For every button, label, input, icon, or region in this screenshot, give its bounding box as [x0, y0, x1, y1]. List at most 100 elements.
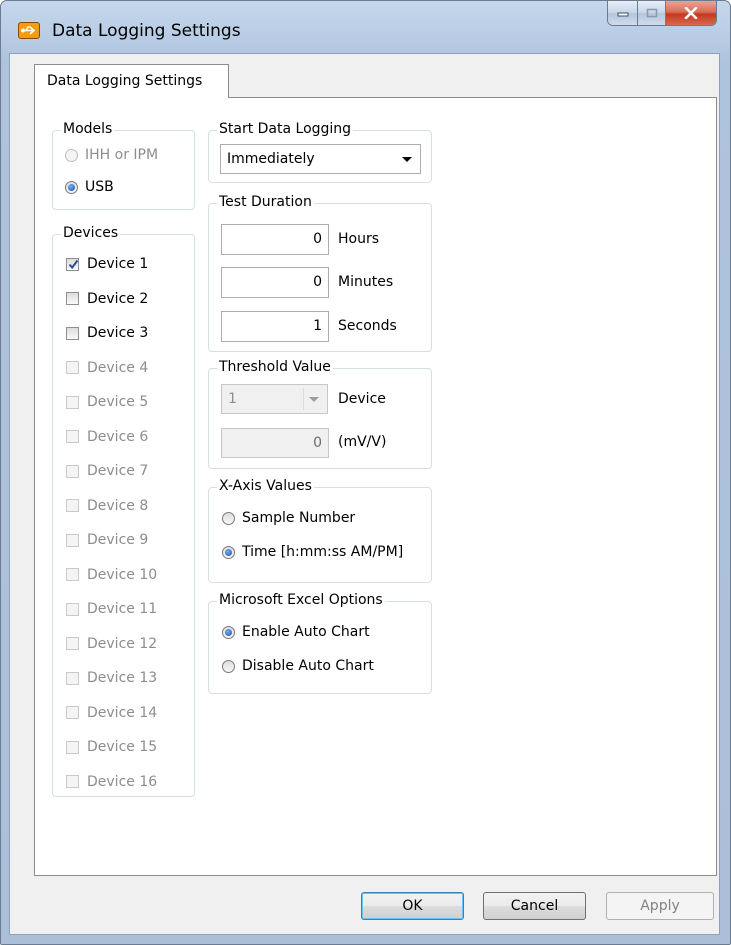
device-checkbox-10[interactable]: Device 10: [66, 567, 157, 583]
xaxis-group-label: X-Axis Values: [217, 477, 314, 495]
minimize-icon: [617, 12, 628, 17]
threshold-value-input[interactable]: 0: [221, 428, 329, 458]
test-duration-group: Test Duration 0 Hours 0 Minutes 1 Second…: [208, 193, 432, 352]
checkbox-icon: [66, 464, 79, 478]
models-group: Models IHH or IPM USB: [52, 120, 195, 210]
device-checkbox-2[interactable]: Device 2: [66, 291, 148, 307]
tab-data-logging-settings[interactable]: Data Logging Settings: [34, 64, 229, 98]
apply-button[interactable]: Apply: [606, 892, 714, 920]
device-label: Device 6: [87, 428, 149, 445]
checkbox-icon: [66, 292, 79, 305]
excel-options-group: Microsoft Excel Options Enable Auto Char…: [208, 591, 432, 694]
checkbox-icon: [66, 740, 79, 754]
excel-option-disable-auto-chart[interactable]: Disable Auto Chart: [222, 658, 374, 674]
device-label: Device 12: [87, 635, 158, 652]
device-label: Device 15: [87, 739, 158, 755]
device-checkbox-6[interactable]: Device 6: [66, 429, 148, 445]
hours-input[interactable]: 0: [221, 224, 329, 255]
device-checkbox-14[interactable]: Device 14: [66, 705, 157, 721]
seconds-input[interactable]: 1: [221, 311, 329, 342]
device-label: Device 3: [87, 325, 149, 341]
device-label: Device 10: [87, 566, 158, 583]
checkbox-icon: [66, 568, 79, 581]
start-logging-value: Immediately: [227, 151, 315, 167]
devices-group-label: Devices: [61, 224, 121, 242]
device-checkbox-9[interactable]: Device 9: [66, 532, 148, 548]
checkbox-checked-icon: [66, 257, 79, 271]
close-icon: [684, 7, 698, 19]
minutes-input[interactable]: 0: [221, 267, 329, 298]
chevron-down-icon: [309, 397, 319, 402]
threshold-device-value: 1: [228, 391, 237, 407]
device-checkbox-3[interactable]: Device 3: [66, 325, 148, 341]
device-label: Device 2: [87, 290, 149, 307]
maximize-button[interactable]: [638, 1, 666, 25]
radio-button-selected: [222, 545, 235, 559]
checkbox-icon: [66, 533, 79, 547]
device-checkbox-11[interactable]: Device 11: [66, 601, 157, 617]
xaxis-option-time[interactable]: Time [h:mm:ss AM/PM]: [222, 544, 403, 560]
dropdown-separator: [303, 388, 304, 410]
model-option-usb[interactable]: USB: [65, 179, 114, 195]
device-label: Device 5: [87, 394, 149, 410]
threshold-group-label: Threshold Value: [217, 358, 333, 376]
checkbox-icon: [66, 430, 79, 443]
window-title: Data Logging Settings: [52, 21, 241, 41]
checkbox-icon: [66, 326, 79, 340]
dialog-window: Data Logging Settings Data Logging Setti…: [0, 0, 731, 945]
usb-logger-icon: [18, 22, 40, 39]
close-button[interactable]: [666, 1, 716, 25]
device-label: Device 11: [87, 601, 158, 617]
model-option-ihh-ipm[interactable]: IHH or IPM: [65, 147, 158, 163]
tab-page: Models IHH or IPM USB Devices Device 1 De…: [34, 97, 717, 876]
radio-button: [222, 659, 235, 673]
devices-group: Devices Device 1 Device 2 Device 3 Device 4…: [52, 224, 195, 797]
device-label: Device 4: [87, 359, 149, 376]
threshold-device-label: Device: [338, 391, 386, 407]
maximize-icon: [646, 8, 657, 18]
device-checkbox-13[interactable]: Device 13: [66, 670, 157, 686]
chevron-down-icon: [402, 157, 412, 162]
device-checkbox-5[interactable]: Device 5: [66, 394, 148, 410]
checkbox-icon: [66, 671, 79, 685]
device-label: Device 7: [87, 463, 149, 479]
device-label: Device 14: [87, 704, 158, 721]
checkbox-icon: [66, 395, 79, 409]
checkbox-icon: [66, 706, 79, 719]
title-bar[interactable]: Data Logging Settings: [1, 1, 730, 53]
device-checkbox-7[interactable]: Device 7: [66, 463, 148, 479]
device-label: Device 16: [87, 773, 158, 790]
radio-button: [65, 148, 78, 162]
device-label: Device 9: [87, 532, 149, 548]
xaxis-option-sample-number[interactable]: Sample Number: [222, 510, 355, 526]
cancel-button[interactable]: Cancel: [483, 892, 586, 920]
start-logging-group-label: Start Data Logging: [217, 120, 354, 138]
threshold-group: Threshold Value 1 Device 0 (mV/V): [208, 358, 432, 469]
checkbox-icon: [66, 637, 79, 650]
dialog-client-area: Data Logging Settings Models IHH or IPM …: [9, 53, 720, 935]
device-checkbox-15[interactable]: Device 15: [66, 739, 157, 755]
checkbox-icon: [66, 775, 79, 788]
threshold-device-dropdown[interactable]: 1: [221, 384, 328, 414]
window-controls: [607, 1, 717, 26]
device-checkbox-16[interactable]: Device 16: [66, 774, 157, 790]
models-group-label: Models: [61, 120, 115, 138]
device-label: Device 8: [87, 497, 149, 514]
checkbox-icon: [66, 361, 79, 374]
ok-button[interactable]: OK: [361, 892, 464, 920]
start-logging-group: Start Data Logging Immediately: [208, 120, 432, 183]
test-duration-group-label: Test Duration: [217, 193, 314, 211]
threshold-unit-label: (mV/V): [338, 434, 387, 450]
excel-option-enable-auto-chart[interactable]: Enable Auto Chart: [222, 624, 370, 640]
minimize-button[interactable]: [608, 1, 638, 25]
excel-options-group-label: Microsoft Excel Options: [217, 591, 385, 609]
device-checkbox-8[interactable]: Device 8: [66, 498, 148, 514]
checkbox-icon: [66, 602, 79, 616]
device-checkbox-1[interactable]: Device 1: [66, 256, 148, 272]
start-logging-dropdown[interactable]: Immediately: [220, 144, 421, 174]
minutes-label: Minutes: [338, 274, 394, 290]
device-checkbox-4[interactable]: Device 4: [66, 360, 148, 376]
radio-button-selected: [65, 180, 78, 194]
seconds-label: Seconds: [338, 318, 397, 334]
device-checkbox-12[interactable]: Device 12: [66, 636, 157, 652]
